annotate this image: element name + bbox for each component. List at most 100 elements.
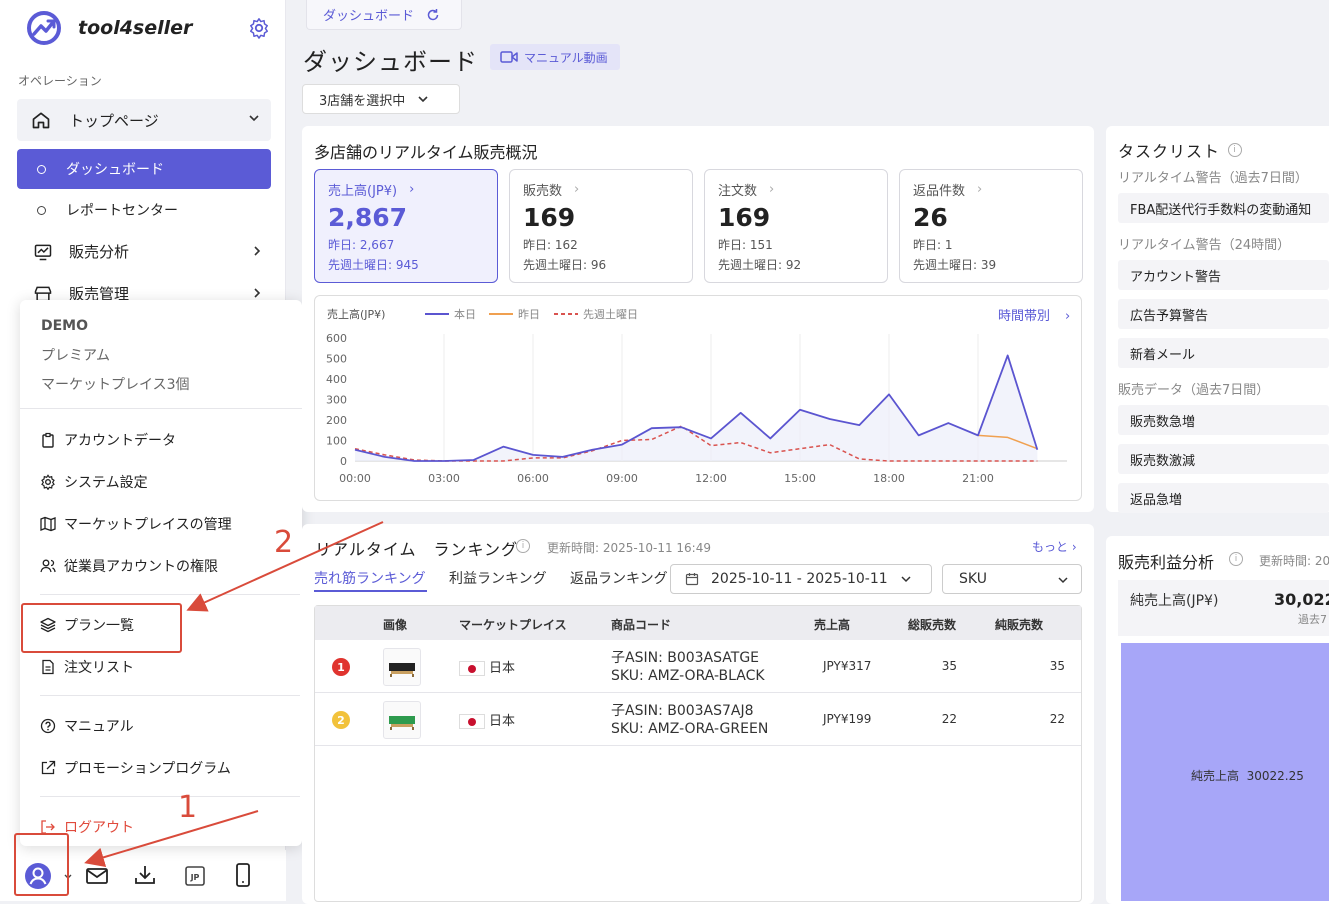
total-units-cell: 35	[941, 659, 957, 673]
net-sales-label: 純売上高(JP¥)	[1130, 593, 1219, 609]
info-icon[interactable]: i	[1229, 552, 1243, 566]
tab-dashboard[interactable]: ダッシュボード	[306, 0, 462, 30]
nav-sales-analysis-label: 販売分析	[69, 243, 130, 261]
kpi-value: 169	[523, 203, 576, 232]
help-icon	[40, 718, 56, 734]
nav-report-center[interactable]: レポートセンター	[37, 200, 178, 220]
col-total-units[interactable]: 総販売数	[908, 616, 956, 633]
info-icon[interactable]: i	[1228, 143, 1243, 157]
date-range-picker[interactable]: 2025-10-11 - 2025-10-11	[670, 564, 932, 594]
mobile-icon[interactable]	[232, 863, 254, 887]
tab-best-sellers[interactable]: 売れ筋ランキング	[314, 568, 426, 588]
marketplace-name: 日本	[489, 661, 516, 676]
menu-order-list[interactable]: 注文リスト	[40, 657, 134, 677]
col-sales[interactable]: 売上高	[814, 616, 850, 633]
step-2-label: 2	[274, 525, 294, 560]
kpi-label: 返品件数	[913, 184, 966, 199]
sales-cell: JPY¥199	[823, 712, 872, 726]
operation-section-label: オペレーション	[18, 74, 102, 88]
product-image[interactable]	[383, 648, 421, 686]
app-name: tool4seller	[78, 17, 193, 39]
menu-employee-permissions[interactable]: 従業員アカウントの権限	[40, 556, 218, 576]
product-code-cell: 子ASIN: B003AS7AJ8 SKU: AMZ-ORA-GREEN	[611, 702, 768, 738]
nav-dashboard[interactable]: ダッシュボード	[17, 149, 271, 189]
x-tick-label: 15:00	[784, 472, 816, 485]
refresh-icon[interactable]	[426, 8, 440, 22]
download-icon[interactable]	[133, 863, 157, 887]
info-icon[interactable]: i	[516, 539, 530, 553]
sku[interactable]: SKU: AMZ-ORA-GREEN	[611, 720, 768, 738]
nav-top-page[interactable]: トップページ	[17, 99, 271, 141]
task-ad-budget-warning[interactable]: 広告予算警告	[1118, 299, 1329, 329]
bullet-icon	[37, 205, 46, 215]
menu-manual[interactable]: マニュアル	[40, 716, 134, 736]
kpi-yesterday: 昨日: 151	[718, 238, 773, 252]
nav-dashboard-label: ダッシュボード	[66, 162, 164, 178]
col-net-units[interactable]: 純販売数	[995, 616, 1043, 633]
col-marketplace: マーケットプレイス	[459, 618, 567, 632]
marketplace-cell: 日本	[459, 710, 515, 729]
dimension-select[interactable]: SKU	[942, 564, 1082, 594]
home-icon	[32, 112, 50, 129]
kpi-returns[interactable]: 返品件数 › 26 昨日: 1 先週土曜日: 39	[899, 169, 1083, 283]
task-account-warning[interactable]: アカウント警告	[1118, 260, 1329, 290]
store-select-dropdown[interactable]: 3店舗を選択中	[302, 84, 460, 114]
y-tick-label: 300	[326, 394, 347, 407]
col-image: 画像	[383, 618, 408, 632]
treemap-label: 純売上高 30022.25	[1191, 769, 1304, 783]
menu-account-data[interactable]: アカウントデータ	[40, 430, 176, 450]
menu-promotion-program[interactable]: プロモーションプログラム	[40, 758, 231, 778]
task-sales-surge[interactable]: 販売数急増	[1118, 405, 1329, 435]
manual-video-button[interactable]: マニュアル動画	[490, 44, 620, 70]
net-sales-period: 過去7	[1298, 613, 1327, 626]
legend-label: 昨日	[518, 308, 540, 321]
child-asin[interactable]: 子ASIN: B003ASATGE	[611, 649, 765, 667]
product-image[interactable]	[383, 701, 421, 739]
kpi-units-sold[interactable]: 販売数 › 169 昨日: 162 先週土曜日: 96	[509, 169, 693, 283]
users-icon	[40, 559, 56, 573]
more-link[interactable]: もっと ›	[1032, 538, 1077, 555]
user-menu-popup: DEMO プレミアム マーケットプレイス3個 アカウントデータ システム設定 マ…	[20, 300, 302, 846]
x-tick-label: 18:00	[873, 472, 905, 485]
marketplace-count: マーケットプレイス3個	[41, 377, 190, 393]
net-sales-treemap-block[interactable]: 純売上高 30022.25	[1121, 643, 1329, 901]
y-tick-label: 100	[326, 435, 347, 448]
by-hour-link[interactable]: 時間帯別	[998, 309, 1050, 324]
sku[interactable]: SKU: AMZ-ORA-BLACK	[611, 667, 765, 685]
product-thumbnail-black	[389, 663, 415, 677]
nav-sales-analysis[interactable]: 販売分析	[33, 241, 129, 262]
kpi-value: 169	[718, 203, 771, 232]
tab-profit-ranking[interactable]: 利益ランキング	[449, 568, 547, 588]
task-new-mail[interactable]: 新着メール	[1118, 338, 1329, 368]
japan-flag-icon	[459, 661, 485, 676]
ranking-title: リアルタイム ランキング	[315, 540, 519, 559]
menu-system-settings[interactable]: システム設定	[40, 472, 148, 492]
svg-text:JP: JP	[190, 873, 200, 882]
page-title: ダッシュボード	[303, 48, 478, 76]
divider	[40, 695, 300, 696]
menu-marketplace-management[interactable]: マーケットプレイスの管理	[40, 514, 232, 534]
task-fba-fee-change[interactable]: FBA配送代行手数料の変動通知	[1118, 193, 1329, 223]
nav-top-page-label: トップページ	[69, 111, 159, 130]
tab-returns-ranking[interactable]: 返品ランキング	[570, 568, 668, 588]
jp-language-icon[interactable]: JP	[183, 864, 207, 888]
x-tick-label: 06:00	[517, 472, 549, 485]
gear-icon	[41, 474, 55, 490]
app-logo[interactable]: tool4seller	[26, 10, 192, 46]
task-returns-surge[interactable]: 返品急増	[1118, 483, 1329, 513]
task-sales-drop[interactable]: 販売数激減	[1118, 444, 1329, 474]
x-tick-label: 03:00	[428, 472, 460, 485]
kpi-sales[interactable]: 売上高(JP¥) › 2,867 昨日: 2,667 先週土曜日: 945	[314, 169, 498, 283]
chevron-right-icon: ›	[769, 182, 775, 197]
menu-label: 従業員アカウントの権限	[64, 559, 218, 575]
kpi-orders[interactable]: 注文数 › 169 昨日: 151 先週土曜日: 92	[704, 169, 888, 283]
profit-title: 販売利益分析	[1118, 553, 1215, 572]
kpi-value: 2,867	[328, 203, 408, 232]
menu-label: プロモーションプログラム	[64, 761, 231, 777]
child-asin[interactable]: 子ASIN: B003AS7AJ8	[611, 702, 768, 720]
mail-icon[interactable]	[85, 864, 109, 888]
table-row[interactable]: 2 日本 子ASIN: B003AS7AJ8 SKU: AMZ-ORA-GREE…	[315, 693, 1081, 746]
settings-gear-icon[interactable]	[248, 17, 270, 39]
table-row[interactable]: 1 日本 子ASIN: B003ASATGE SKU: AMZ-ORA-BLAC…	[315, 640, 1081, 693]
date-range-value: 2025-10-11 - 2025-10-11	[711, 571, 888, 587]
